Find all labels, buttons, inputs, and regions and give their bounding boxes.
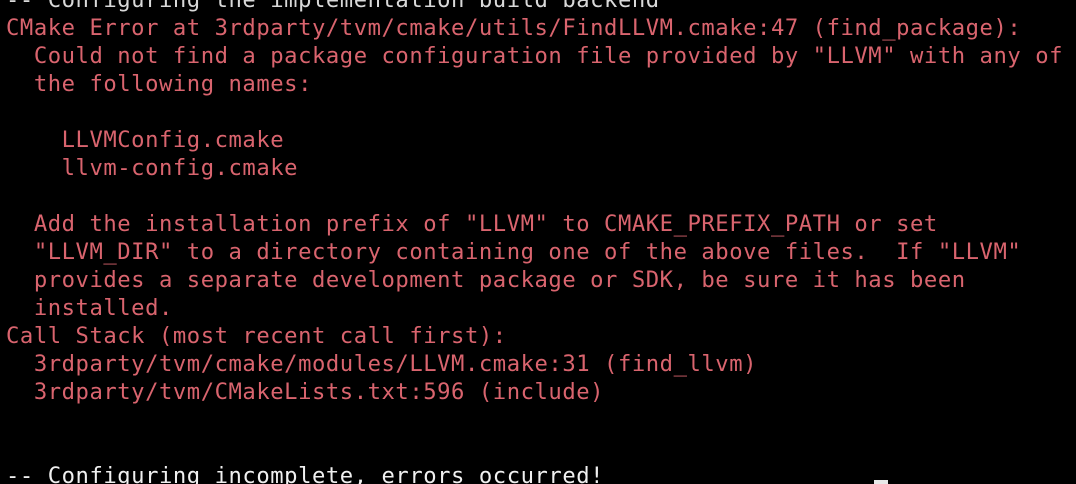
terminal-line: LLVMConfig.cmake [6,127,285,153]
terminal-line: 3rdparty/tvm/CMakeLists.txt:596 (include… [6,379,605,405]
terminal-line: Could not find a package configuration f… [6,43,1064,69]
terminal-line: the following names: [6,71,312,97]
terminal-window[interactable]: -- Configuring the implementation build … [0,0,1076,484]
terminal-line: provides a separate development package … [6,267,966,293]
terminal-output: -- Configuring the implementation build … [6,0,1063,484]
terminal-line: 3rdparty/tvm/cmake/modules/LLVM.cmake:31… [6,351,758,377]
terminal-line: installed. [6,295,173,321]
terminal-line-partial: -- Configuring the implementation build … [6,0,660,13]
terminal-line: llvm-config.cmake [6,155,299,181]
terminal-line: Add the installation prefix of "LLVM" to… [6,211,938,237]
terminal-line: "LLVM_DIR" to a directory containing one… [6,239,1022,265]
terminal-line: CMake Error at 3rdparty/tvm/cmake/utils/… [6,15,1022,41]
terminal-cursor [874,480,888,484]
terminal-line-status: -- Configuring incomplete, errors occurr… [6,463,605,484]
terminal-line: Call Stack (most recent call first): [6,323,507,349]
